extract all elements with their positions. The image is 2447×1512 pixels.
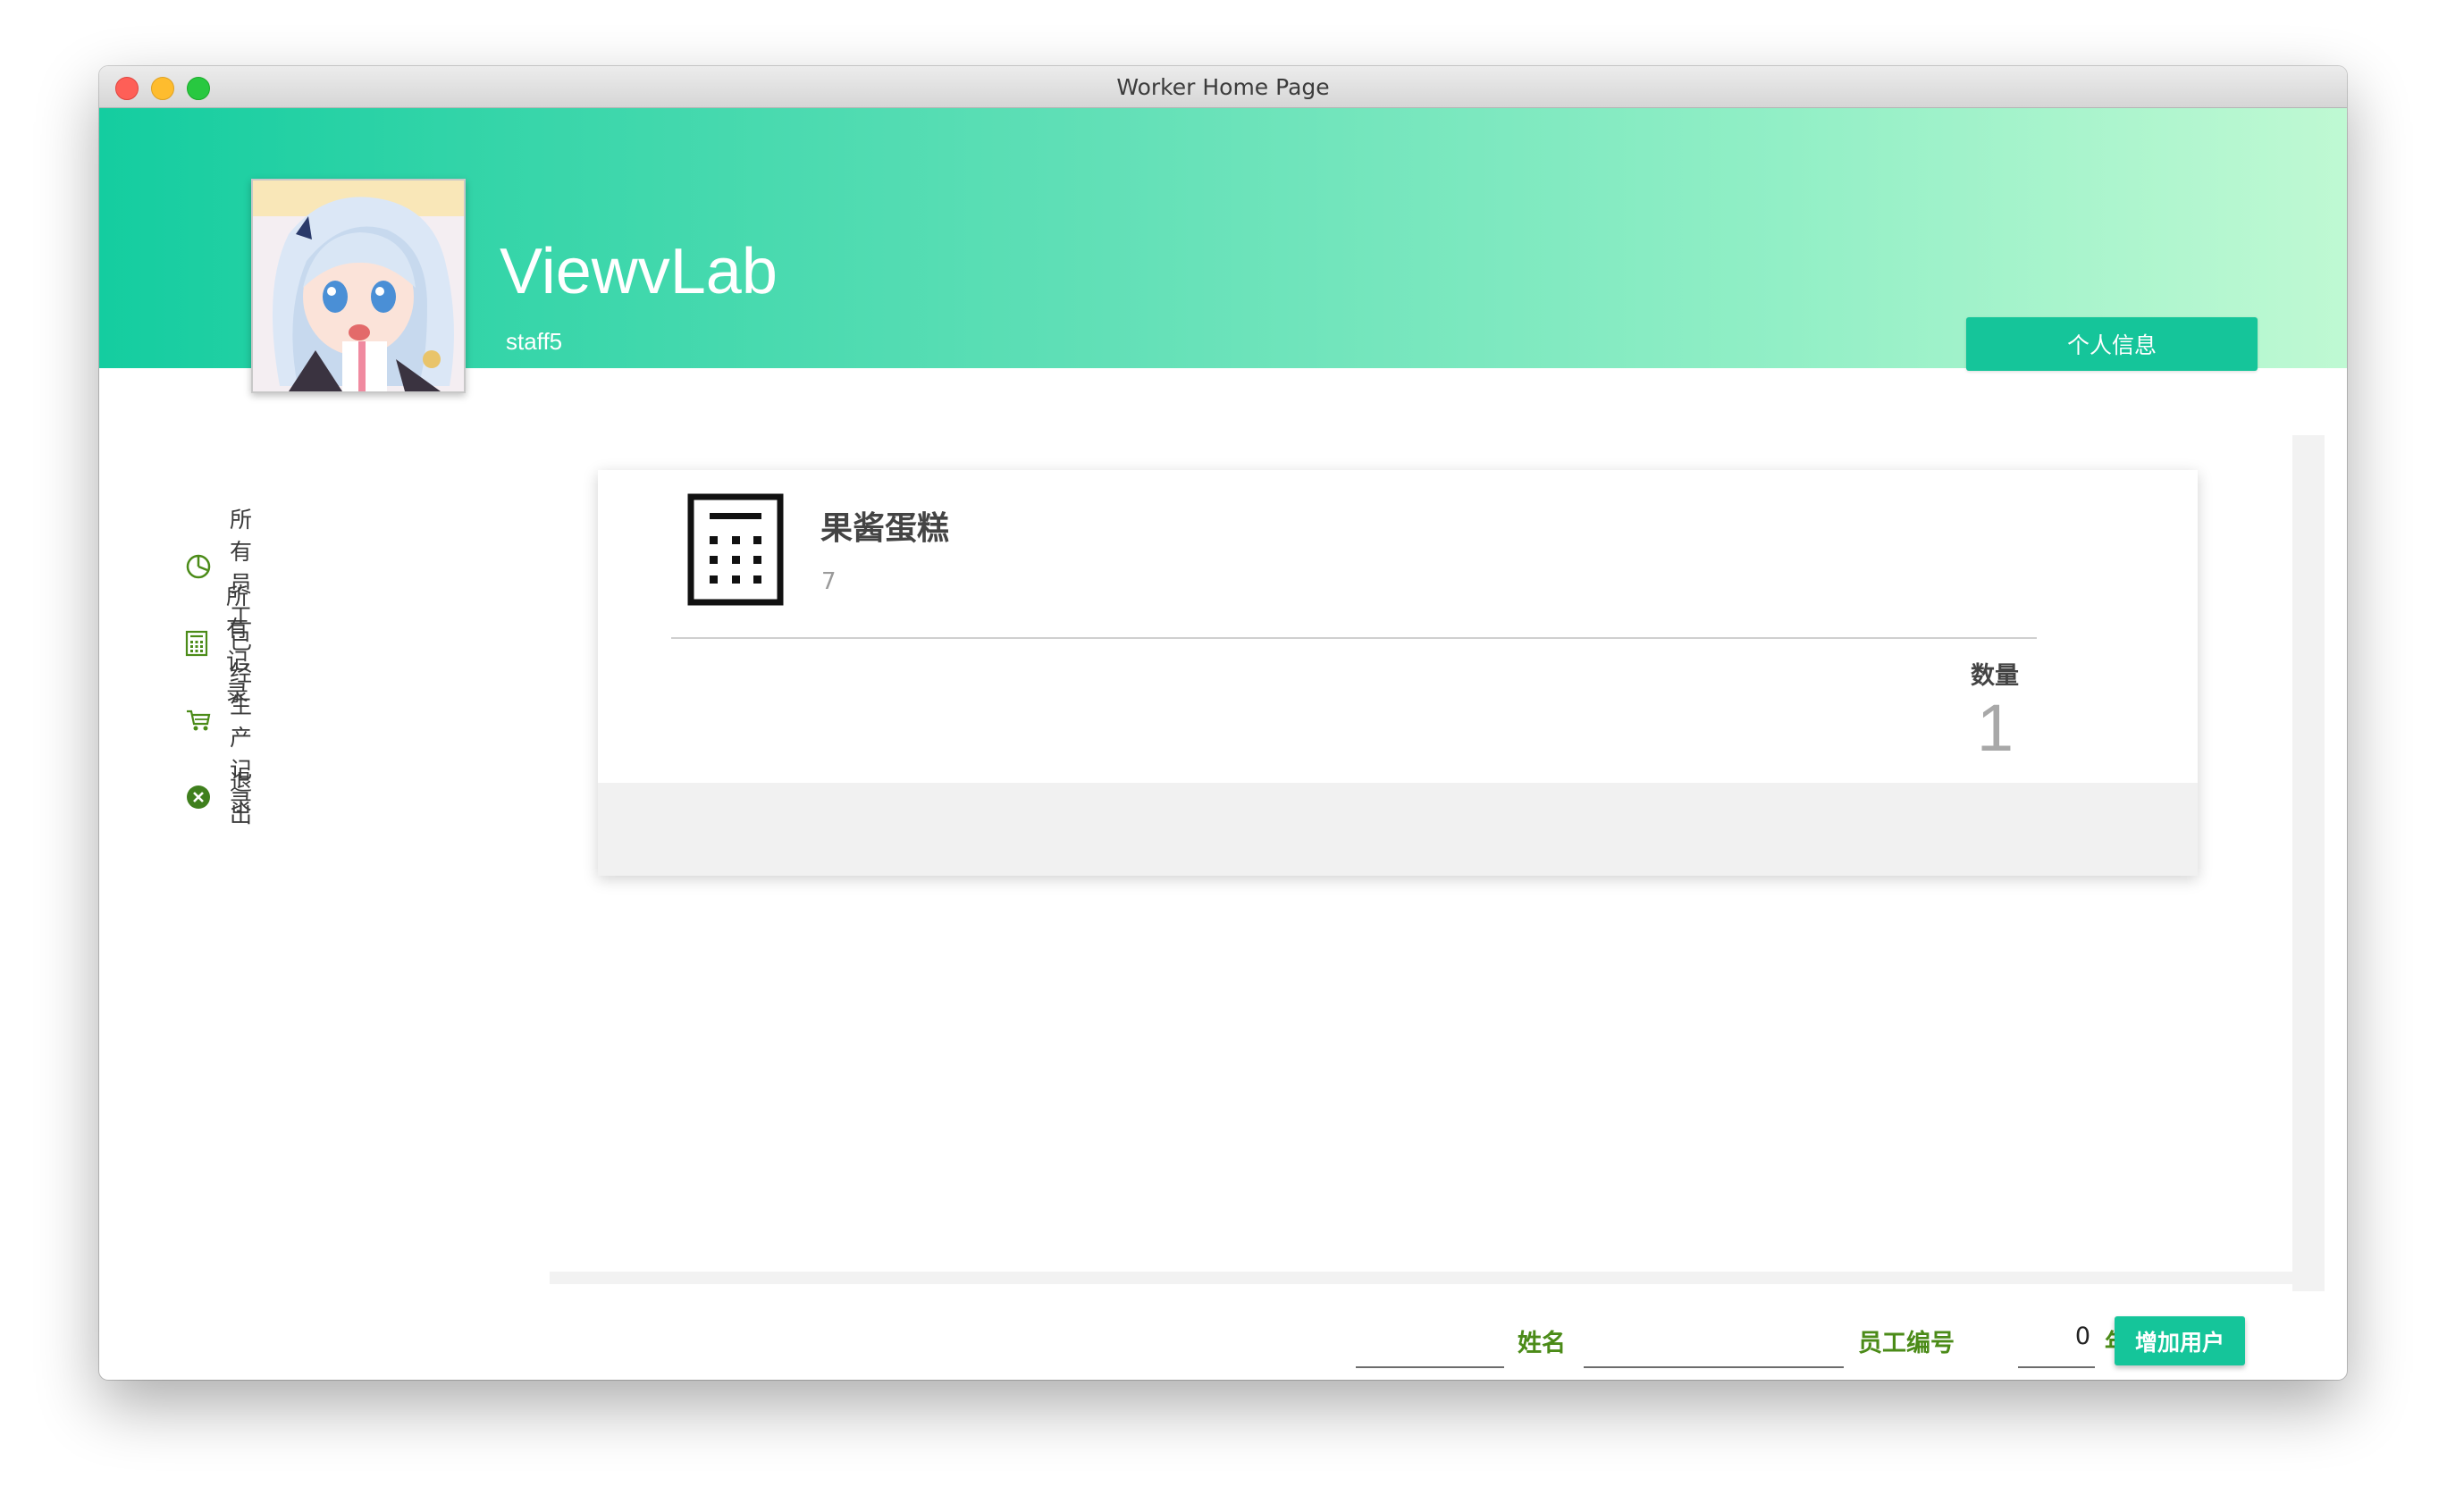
product-card[interactable]: 果酱蛋糕 7 数量 1 [598,470,2198,876]
calculator-icon [687,493,784,609]
window-title: Worker Home Page [1116,74,1330,100]
content-scroll-track[interactable] [2292,435,2325,1291]
content-panel-bottom-edge [550,1272,2325,1284]
product-id: 7 [821,568,837,595]
sidebar-item-logout[interactable]: 退出 [185,769,254,827]
quantity-label: 数量 [1971,662,2019,690]
age-input[interactable]: 0 [2019,1323,2090,1350]
product-name: 果酱蛋糕 [820,510,950,547]
sidebar-item-production-records[interactable]: 已经生产记录 [185,628,254,815]
employee-id-input-underline [1584,1366,1844,1368]
name-label: 姓名 [1518,1330,1566,1357]
profile-info-button[interactable]: 个人信息 [1966,317,2258,371]
avatar-illustration [253,181,464,391]
app-window: Worker Home Page ViewvLab staff5 个人信息 所有… [99,66,2347,1380]
cart-icon [185,706,212,735]
title-bar: Worker Home Page [99,66,2347,108]
name-input-underline [1356,1366,1504,1368]
close-circle-icon [185,783,212,811]
calculator-icon [185,629,208,658]
sidebar-item-label: 退出 [230,769,253,827]
add-user-button[interactable]: 增加用户 [2115,1316,2245,1365]
avatar [251,179,466,393]
username: staff5 [506,328,563,355]
pie-chart-icon [185,552,212,581]
employee-id-label: 员工编号 [1858,1330,1955,1357]
age-input-underline [2018,1366,2095,1368]
card-divider [671,637,2037,639]
card-footer [598,783,2198,876]
quantity-value: 1 [1976,691,2014,765]
brand-name: ViewvLab [500,236,778,307]
